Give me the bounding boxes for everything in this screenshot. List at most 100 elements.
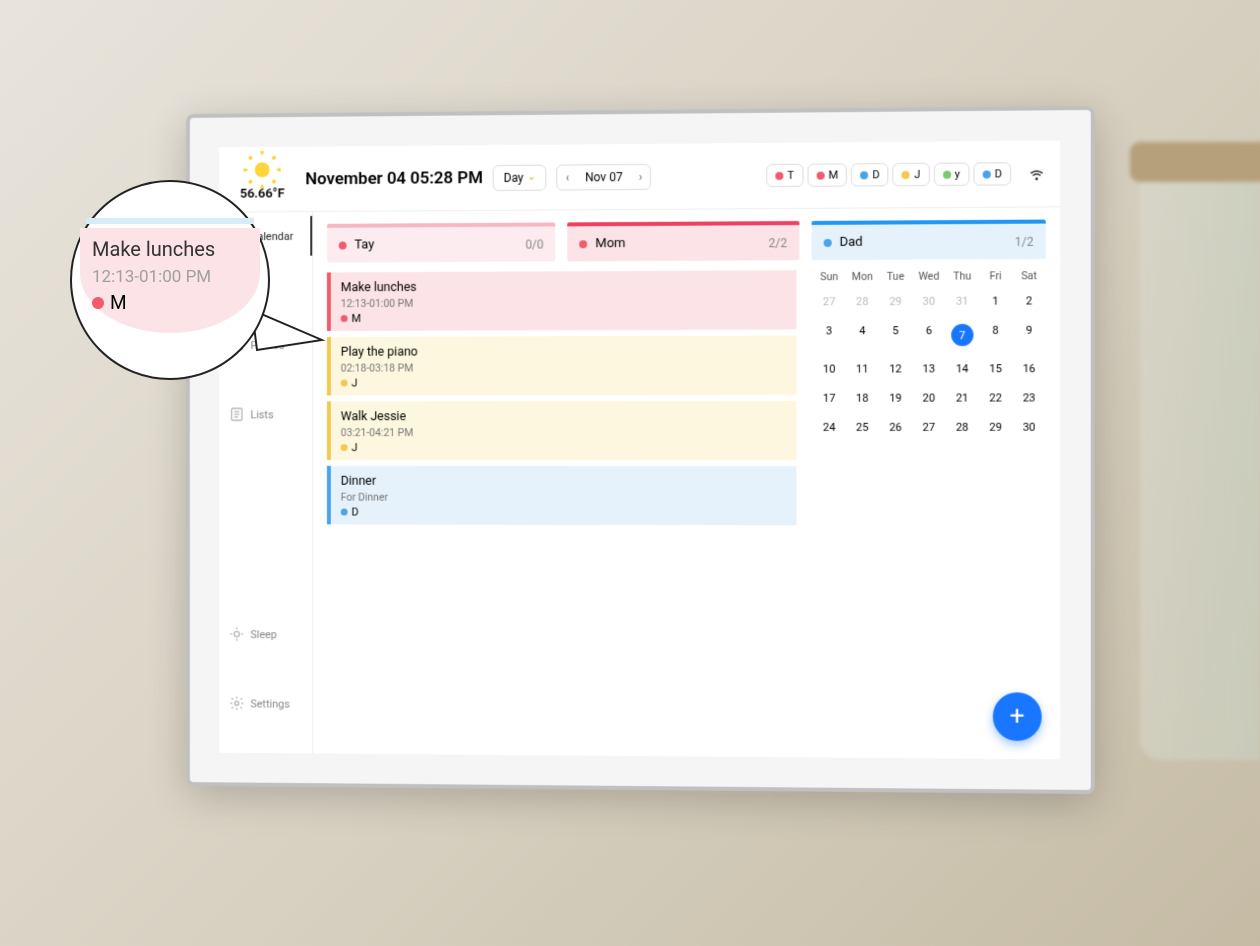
person-initial: D [872, 168, 879, 181]
person-chip-2[interactable]: D [851, 163, 889, 186]
event-time: For Dinner [341, 491, 787, 505]
person-dot [982, 170, 990, 178]
person-initial: T [787, 169, 794, 182]
person-chip-3[interactable]: J [893, 163, 930, 186]
member-count: 1/2 [1015, 234, 1034, 248]
person-chip-0[interactable]: T [766, 164, 803, 187]
sidebar-item-settings[interactable]: Settings [219, 683, 312, 723]
calendar-day[interactable]: 26 [879, 413, 912, 442]
person-dot [816, 171, 824, 179]
calendar-day[interactable]: 22 [979, 383, 1012, 412]
calendar-day[interactable]: 20 [912, 383, 945, 412]
day-number: 15 [989, 362, 1002, 375]
person-chip-1[interactable]: M [807, 163, 847, 186]
day-number: 20 [923, 392, 936, 405]
calendar-day[interactable]: 4 [846, 316, 879, 354]
calendar-day[interactable]: 19 [879, 384, 912, 413]
event-person-label: J [352, 377, 358, 390]
event-title: Play the piano [341, 344, 787, 360]
calendar-day[interactable]: 27 [813, 287, 846, 316]
calendar-day[interactable]: 23 [1012, 383, 1045, 412]
calendar-day[interactable]: 30 [1012, 413, 1045, 442]
person-dot [860, 171, 868, 179]
member-dot [579, 240, 587, 248]
event-dot [341, 315, 348, 322]
person-chip-4[interactable]: y [933, 163, 969, 186]
day-number: 18 [856, 392, 869, 405]
calendar-day[interactable]: 29 [979, 413, 1012, 442]
member-dot [339, 241, 347, 249]
calendar-day[interactable]: 10 [813, 354, 846, 383]
calendar-day[interactable]: 9 [1012, 316, 1045, 354]
sidebar-settings-label: Settings [250, 697, 289, 710]
event-item[interactable]: Make lunches12:13-01:00 PMM [327, 270, 797, 331]
sidebar-item-lists[interactable]: Lists [219, 394, 312, 434]
day-number: 3 [826, 324, 832, 337]
member-card-dad[interactable]: Dad 1/2 [811, 220, 1046, 261]
member-count: 2/2 [768, 236, 787, 250]
calendar-day[interactable]: 28 [946, 413, 979, 442]
day-number: 13 [923, 362, 936, 375]
calendar-day[interactable]: 11 [846, 354, 879, 383]
event-dot [341, 444, 348, 451]
calendar-day[interactable]: 24 [813, 413, 846, 442]
next-day-button[interactable]: › [631, 164, 651, 188]
weekday-label: Mon [846, 270, 879, 283]
add-event-button[interactable]: + [993, 692, 1042, 741]
calendar-day[interactable]: 21 [946, 383, 979, 412]
member-name: Dad [839, 235, 862, 250]
event-item[interactable]: Play the piano02:18-03:18 PMJ [327, 336, 797, 396]
day-number: 19 [889, 392, 902, 405]
calendar-day[interactable]: 27 [912, 413, 945, 442]
calendar-day[interactable]: 14 [946, 354, 979, 383]
member-card-mom[interactable]: Mom2/2 [568, 221, 800, 261]
event-title: Make lunches [341, 278, 787, 295]
calendar-day[interactable]: 15 [979, 354, 1012, 383]
range-label: Day [504, 170, 524, 184]
calendar-day[interactable]: 13 [912, 354, 945, 383]
calendar-day[interactable]: 16 [1012, 354, 1045, 383]
weather-widget[interactable]: 56.66°F [233, 157, 292, 202]
event-person-label: M [352, 312, 361, 325]
calendar-day[interactable]: 30 [912, 287, 945, 316]
day-number: 11 [856, 362, 869, 375]
day-number: 31 [956, 295, 969, 308]
day-number: 16 [1023, 362, 1036, 375]
calendar-day[interactable]: 25 [846, 413, 879, 442]
mini-calendar: SunMonTueWedThuFriSat 272829303112345678… [813, 269, 1046, 747]
day-number: 14 [956, 362, 969, 375]
calendar-day[interactable]: 7 [946, 316, 979, 354]
day-number: 27 [923, 421, 936, 434]
day-number: 27 [823, 295, 835, 308]
calendar-day[interactable]: 1 [979, 286, 1012, 315]
person-chip-5[interactable]: D [973, 162, 1011, 185]
calendar-day[interactable]: 29 [879, 287, 912, 316]
member-card-tay[interactable]: Tay0/0 [327, 222, 556, 262]
person-initial: M [828, 169, 838, 182]
sidebar-item-sleep[interactable]: Sleep [219, 614, 312, 654]
prev-day-button[interactable]: ‹ [558, 165, 578, 189]
person-dot [775, 171, 783, 179]
calendar-day[interactable]: 8 [979, 316, 1012, 354]
calendar-day[interactable]: 12 [879, 354, 912, 383]
calendar-day[interactable]: 5 [879, 316, 912, 354]
day-number: 2 [1026, 294, 1032, 307]
person-initial: J [914, 168, 920, 181]
chevron-down-icon: ⌄ [527, 172, 535, 183]
member-name: Tay [354, 237, 374, 252]
event-item[interactable]: Walk Jessie03:21-04:21 PMJ [327, 401, 797, 460]
calendar-day[interactable]: 17 [813, 384, 846, 413]
calendar-day[interactable]: 18 [846, 384, 879, 413]
calendar-day[interactable]: 3 [813, 316, 846, 354]
day-number: 21 [956, 391, 969, 404]
calendar-day[interactable]: 28 [846, 287, 879, 316]
calendar-day[interactable]: 2 [1012, 286, 1045, 315]
sidebar-sleep-label: Sleep [250, 628, 277, 641]
callout-time: 12:13-01:00 PM [92, 267, 211, 287]
event-item[interactable]: DinnerFor DinnerD [327, 466, 797, 525]
calendar-day[interactable]: 31 [946, 287, 979, 316]
range-selector[interactable]: Day ⌄ [493, 164, 547, 190]
day-number: 22 [989, 391, 1002, 404]
day-number: 5 [892, 324, 898, 337]
calendar-day[interactable]: 6 [912, 316, 945, 354]
